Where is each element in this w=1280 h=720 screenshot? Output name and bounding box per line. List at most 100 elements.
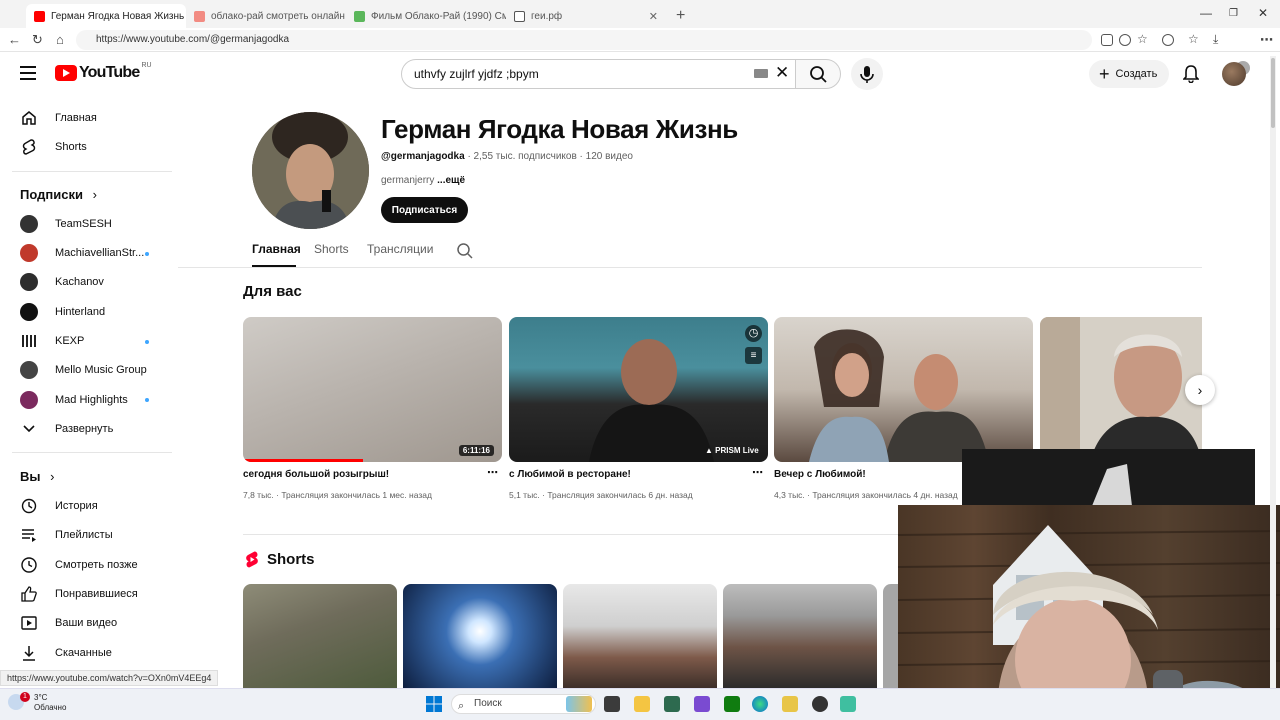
channel-search-icon[interactable]	[456, 242, 474, 265]
subscriptions-heading[interactable]: Подписки ›	[20, 187, 97, 202]
sidebar-item-kexp[interactable]: KEXP	[20, 332, 84, 350]
short-thumbnail[interactable]	[563, 584, 717, 689]
windows-start-icon[interactable]	[426, 696, 442, 717]
sidebar-item-kachanov[interactable]: Kachanov	[20, 273, 104, 291]
browser-tab-strip: Герман Ягодка Новая Жизнь - Yo ✕ облако-…	[0, 0, 1280, 28]
clear-search-icon[interactable]: ✕	[775, 63, 789, 83]
tab-home[interactable]: Главная	[252, 242, 301, 256]
xbox-icon[interactable]	[724, 696, 740, 712]
you-heading[interactable]: Вы ›	[20, 469, 54, 484]
favorites-icon[interactable]: ☆	[1188, 32, 1199, 46]
app-icon[interactable]	[694, 696, 710, 712]
sidebar-item-home[interactable]: Главная	[20, 109, 97, 127]
video-menu-icon[interactable]: ⋯	[487, 466, 499, 479]
search-button[interactable]	[795, 59, 841, 89]
home-browser-icon[interactable]: ⌂	[56, 32, 64, 47]
tab-live[interactable]: Трансляции	[367, 242, 433, 256]
reload-icon[interactable]: ↻	[32, 32, 43, 48]
video-title[interactable]: сегодня большой розыгрыш!	[243, 469, 389, 480]
close-window-icon[interactable]: ✕	[1258, 6, 1268, 20]
browser-tab[interactable]: геи.рф ✕	[506, 4, 666, 28]
sidebar-item-playlists[interactable]: Плейлисты	[20, 526, 113, 544]
sidebar-item-liked[interactable]: Понравившиеся	[20, 585, 138, 603]
voice-search-button[interactable]	[851, 58, 883, 90]
sidebar-item-label: Развернуть	[55, 423, 114, 435]
add-to-queue-icon[interactable]: ≡	[745, 347, 762, 364]
create-button[interactable]: + Создать	[1089, 60, 1169, 88]
minimize-icon[interactable]: —	[1200, 6, 1212, 20]
short-thumbnail[interactable]	[723, 584, 877, 689]
short-thumbnail[interactable]	[883, 584, 898, 689]
back-icon[interactable]: ←	[8, 32, 21, 47]
file-explorer-icon[interactable]	[634, 696, 650, 712]
more-icon[interactable]: ⋯	[1260, 32, 1273, 48]
chevron-down-icon	[20, 420, 38, 438]
sidebar-item-watch-later[interactable]: Смотреть позже	[20, 556, 138, 574]
app-icon[interactable]	[664, 696, 680, 712]
channel-description[interactable]: germanjerry ...ещё	[381, 175, 465, 186]
sidebar-item-mello[interactable]: Mello Music Group	[20, 361, 147, 379]
watch-later-icon[interactable]: ◷	[745, 325, 762, 342]
thumbnail-image	[809, 329, 989, 462]
browser-tab[interactable]: Фильм Облако-Рай (1990) Смотр ✕	[346, 4, 506, 28]
favorite-star-icon[interactable]: ☆	[1137, 32, 1148, 46]
keyboard-icon[interactable]	[754, 69, 768, 78]
video-thumbnail[interactable]	[774, 317, 1033, 462]
sidebar-item-shorts[interactable]: Shorts	[20, 138, 87, 156]
account-avatar[interactable]	[1222, 62, 1246, 86]
page-favicon-icon	[514, 10, 525, 22]
carousel-next-button[interactable]: ›	[1185, 375, 1215, 405]
create-label: Создать	[1115, 68, 1158, 80]
app-icon[interactable]	[840, 696, 856, 712]
tab-shorts[interactable]: Shorts	[314, 242, 349, 256]
sidebar-item-downloads[interactable]: Скачанные	[20, 644, 112, 662]
video-title[interactable]: Вечер с Любимой!	[774, 469, 866, 480]
browser-tab-active[interactable]: Герман Ягодка Новая Жизнь - Yo ✕	[26, 4, 186, 28]
sidebar-item-mad-highlights[interactable]: Mad Highlights	[20, 391, 128, 409]
app-icon[interactable]	[782, 696, 798, 712]
country-code: RU	[141, 61, 152, 69]
weather-widget[interactable]: 3°C Облачно	[34, 693, 66, 713]
menu-icon[interactable]	[20, 66, 36, 80]
sidebar-divider	[12, 452, 172, 453]
zoom-icon[interactable]	[1119, 34, 1131, 46]
more-link[interactable]: ...ещё	[437, 175, 465, 186]
edge-browser-icon[interactable]	[752, 696, 768, 712]
close-tab-icon[interactable]: ✕	[643, 10, 658, 23]
channel-avatar-large[interactable]	[252, 112, 369, 229]
task-view-icon[interactable]	[604, 696, 620, 712]
subscriptions-heading-label: Подписки	[20, 187, 83, 202]
sidebar-item-teamsesh[interactable]: TeamSESH	[20, 215, 112, 233]
restore-icon[interactable]: ❐	[1229, 8, 1238, 19]
short-thumbnail[interactable]	[243, 584, 397, 689]
video-thumbnail[interactable]: 6:11:16	[243, 317, 502, 462]
sidebar-item-label: Смотреть позже	[55, 559, 138, 571]
url-field[interactable]: https://www.youtube.com/@germanjagodka	[76, 30, 1092, 50]
obs-icon[interactable]	[812, 696, 828, 712]
video-title[interactable]: с Любимой в ресторане!	[509, 469, 631, 480]
youtube-logo[interactable]: YouTube RU	[55, 61, 152, 82]
sidebar-item-your-videos[interactable]: Ваши видео	[20, 614, 117, 632]
search-input[interactable]: uthvfy zujlrf yjdfz ;bpym	[401, 59, 796, 89]
channel-avatar	[20, 215, 38, 233]
browser-tab[interactable]: облако-рай смотреть онлайн — ✕	[186, 4, 346, 28]
sidebar-item-machiavellian[interactable]: MachiavellianStr...	[20, 244, 144, 262]
page-scrollbar[interactable]	[1270, 56, 1276, 696]
video-thumbnail[interactable]	[1040, 317, 1202, 462]
reader-icon[interactable]	[1101, 34, 1113, 46]
notifications-icon[interactable]	[1182, 65, 1200, 88]
overlay-image	[962, 449, 1255, 506]
extensions-icon[interactable]	[1162, 34, 1174, 46]
sidebar-item-hinterland[interactable]: Hinterland	[20, 303, 105, 321]
scrollbar-thumb[interactable]	[1271, 58, 1275, 128]
site-favicon-icon	[194, 10, 205, 22]
video-menu-icon[interactable]: ⋯	[752, 466, 764, 479]
new-tab-button[interactable]: +	[668, 4, 692, 28]
sidebar-expand[interactable]: Развернуть	[20, 420, 113, 438]
chevron-right-icon: ›	[92, 187, 97, 202]
short-thumbnail[interactable]	[403, 584, 557, 689]
subscribe-button[interactable]: Подписаться	[381, 197, 468, 223]
video-thumbnail[interactable]: ◷ ≡ ▲ PRISM Live	[509, 317, 768, 462]
downloads-icon[interactable]: ⤓	[1213, 32, 1218, 47]
sidebar-item-history[interactable]: История	[20, 497, 98, 515]
